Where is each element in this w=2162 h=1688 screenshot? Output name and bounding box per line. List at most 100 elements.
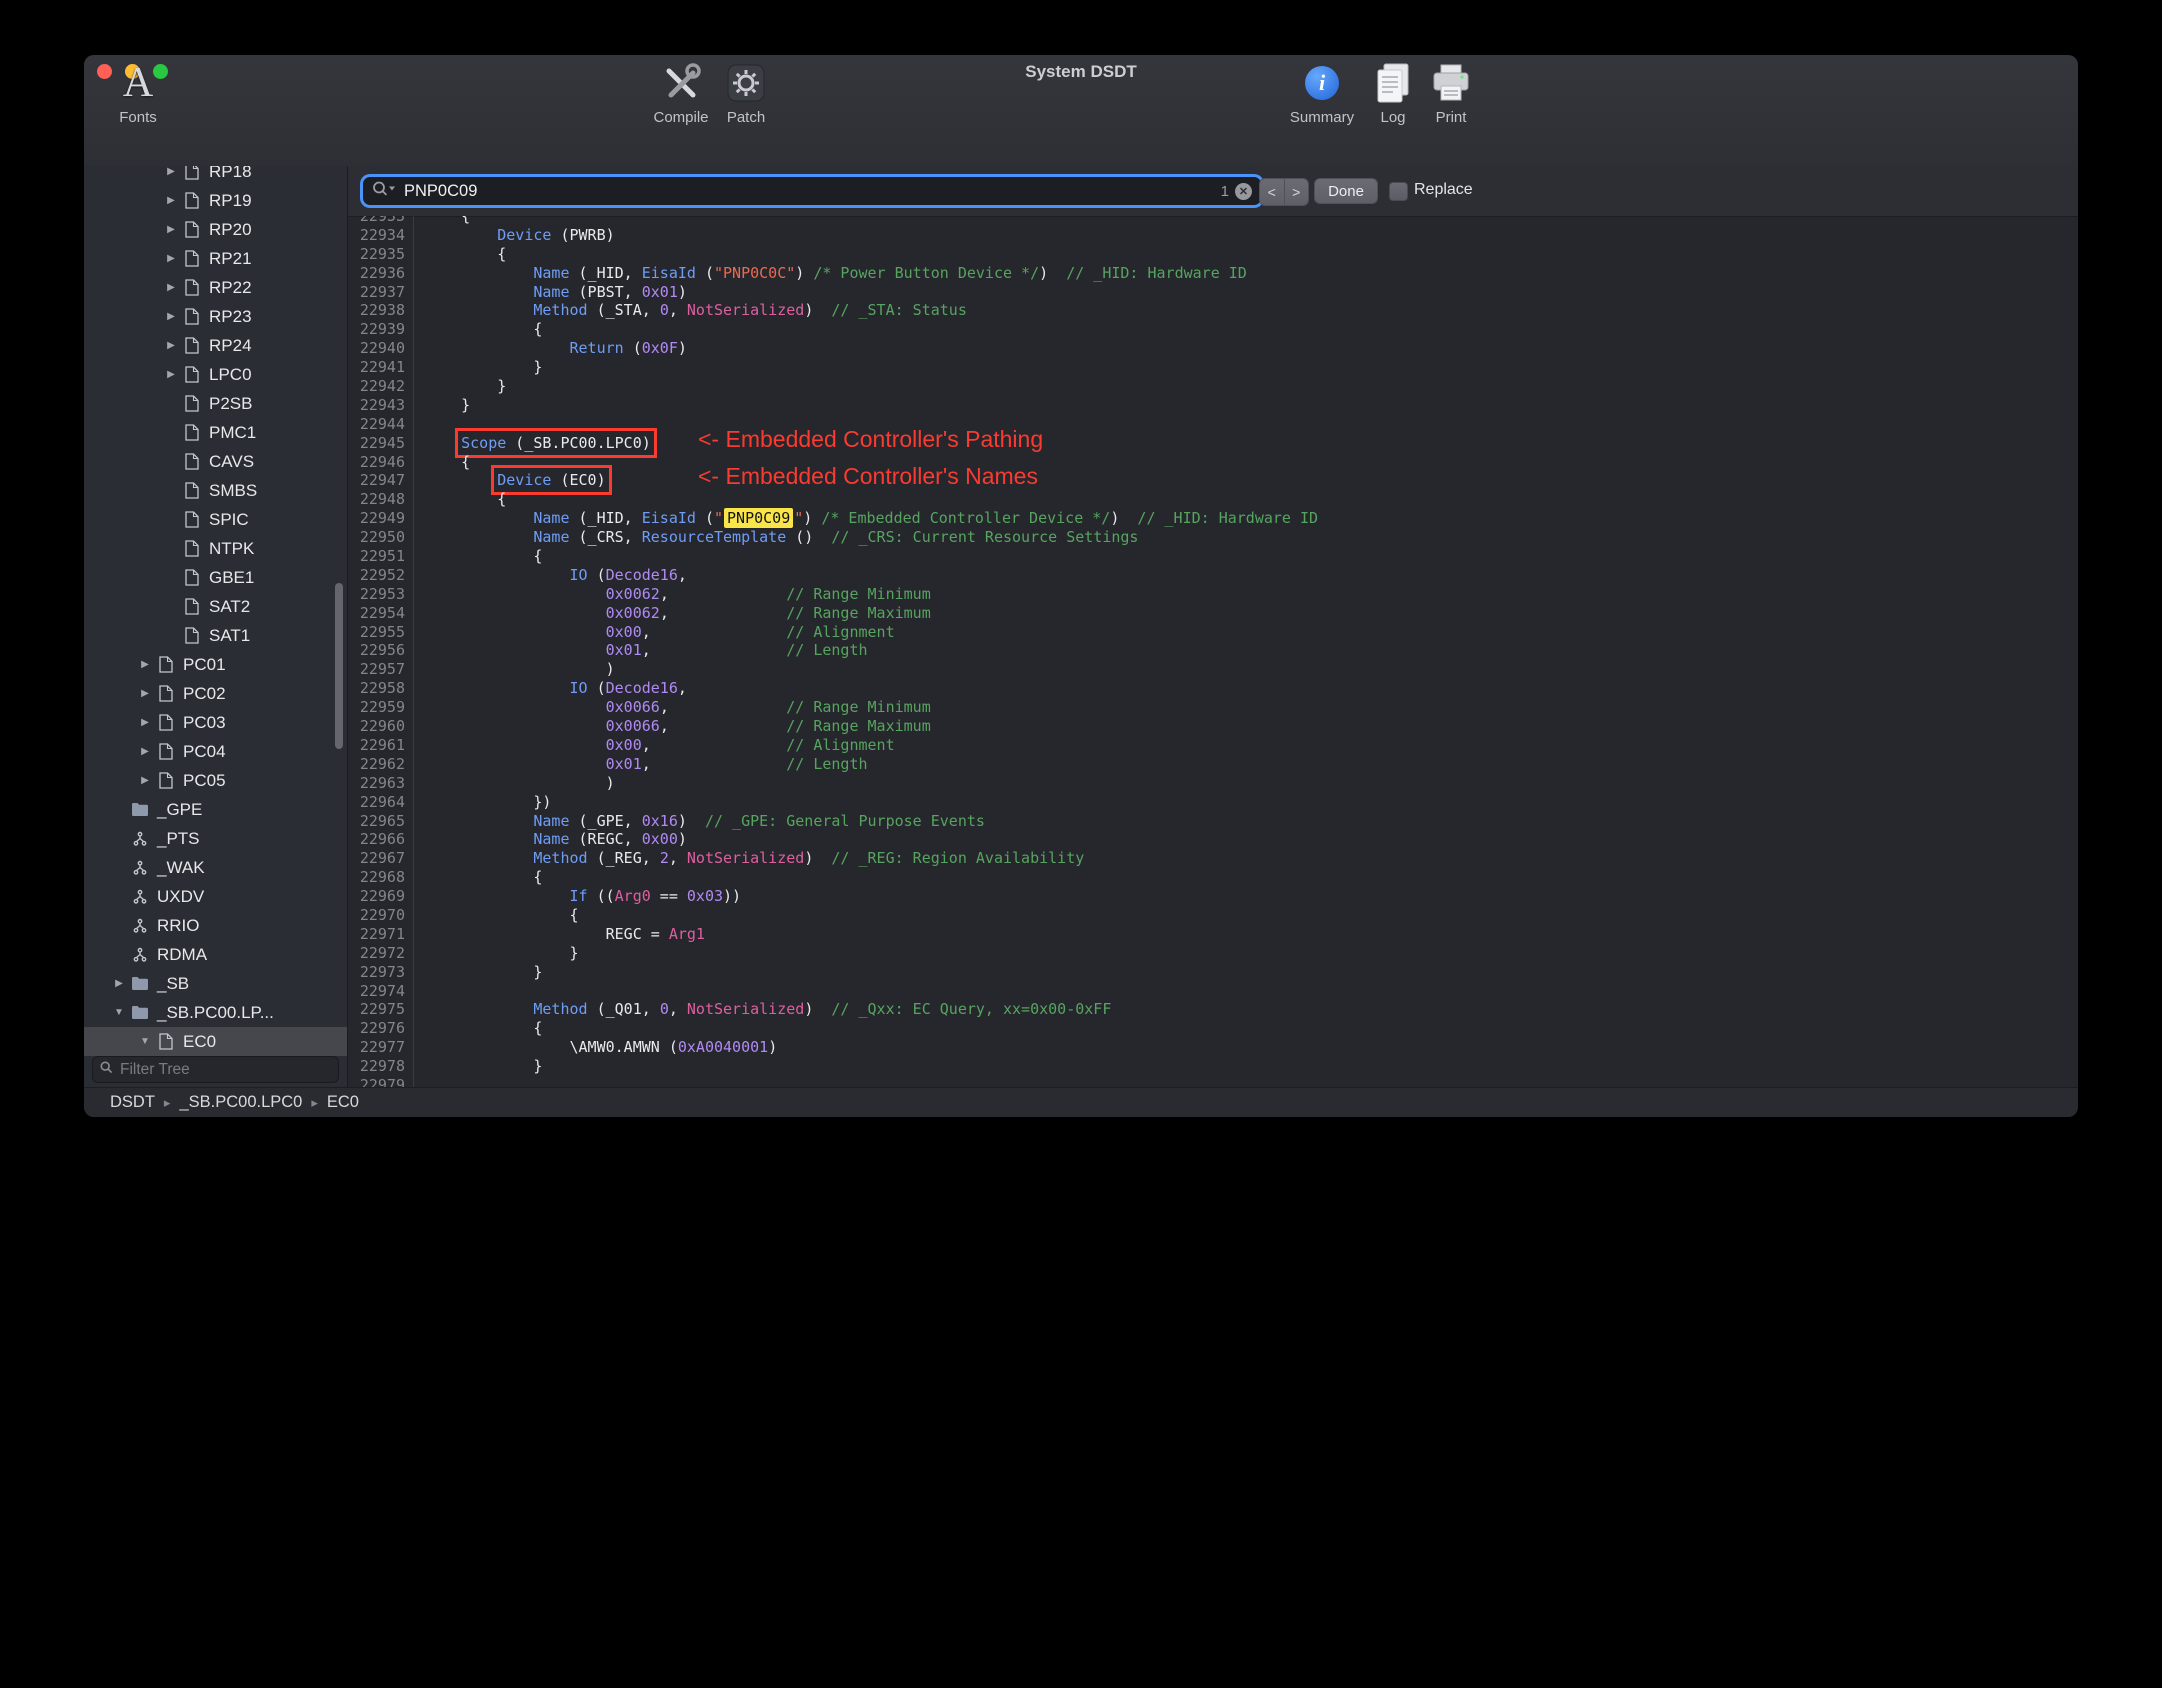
code-line[interactable]: 22950 Name (_CRS, ResourceTemplate () //… [348, 528, 2078, 548]
sidebar-item-pts[interactable]: _PTS [84, 824, 347, 853]
disclosure-right-icon[interactable]: ▶ [134, 659, 156, 670]
code-line[interactable]: 22941 } [348, 358, 2078, 378]
code-line[interactable]: 22940 Return (0x0F) [348, 339, 2078, 359]
sidebar-item-gpe[interactable]: _GPE [84, 795, 347, 824]
sidebar-item-rp20[interactable]: ▶ RP20 [84, 215, 347, 244]
code-line[interactable]: 22965 Name (_GPE, 0x16) // _GPE: General… [348, 811, 2078, 831]
code-line[interactable]: 22937 Name (PBST, 0x01) [348, 282, 2078, 302]
disclosure-right-icon[interactable]: ▶ [160, 340, 182, 351]
sidebar-item-rp22[interactable]: ▶ RP22 [84, 273, 347, 302]
sidebar-item-smbs[interactable]: SMBS [84, 476, 347, 505]
sidebar-item-wak[interactable]: _WAK [84, 853, 347, 882]
sidebar-item-rp19[interactable]: ▶ RP19 [84, 186, 347, 215]
print-button[interactable]: Print [1408, 58, 1494, 126]
disclosure-right-icon[interactable]: ▶ [160, 253, 182, 264]
done-button[interactable]: Done [1314, 178, 1378, 204]
sidebar-item-sat2[interactable]: SAT2 [84, 592, 347, 621]
code-line[interactable]: 22942 } [348, 377, 2078, 396]
disclosure-right-icon[interactable]: ▶ [160, 369, 182, 380]
code-line[interactable]: 22944 [348, 414, 2078, 434]
disclosure-right-icon[interactable]: ▶ [160, 166, 182, 177]
replace-checkbox[interactable] [1389, 182, 1408, 201]
disclosure-right-icon[interactable]: ▶ [134, 688, 156, 699]
code-line[interactable]: 22959 0x0066, // Range Minimum [348, 698, 2078, 718]
filter-field[interactable] [92, 1056, 339, 1083]
filter-tree-input[interactable] [118, 1059, 331, 1080]
sidebar-item-pc04[interactable]: ▶ PC04 [84, 737, 347, 766]
search-field[interactable]: 1 ✕ [363, 177, 1261, 205]
code-line[interactable]: 22970 { [348, 905, 2078, 925]
sidebar-item-gbe1[interactable]: GBE1 [84, 563, 347, 592]
code-line[interactable]: 22953 0x0062, // Range Minimum [348, 584, 2078, 604]
sidebar-item-pc02[interactable]: ▶ PC02 [84, 679, 347, 708]
clear-search-icon[interactable]: ✕ [1235, 182, 1252, 200]
search-icon[interactable] [372, 180, 396, 202]
code-line[interactable]: 22934 Device (PWRB) [348, 225, 2078, 245]
code-line[interactable]: 22948 { [348, 490, 2078, 510]
sidebar-item-rp23[interactable]: ▶ RP23 [84, 302, 347, 331]
sidebar-item-pc05[interactable]: ▶ PC05 [84, 766, 347, 795]
sidebar-item-spic[interactable]: SPIC [84, 505, 347, 534]
code-line[interactable]: 22955 0x00, // Alignment [348, 622, 2078, 642]
code-line[interactable]: 22976 { [348, 1019, 2078, 1039]
code-line[interactable]: 22968 { [348, 868, 2078, 888]
disclosure-down-icon[interactable]: ▼ [108, 1007, 130, 1018]
code-line[interactable]: 22951 { [348, 547, 2078, 566]
code-line[interactable]: 22972 } [348, 943, 2078, 963]
patch-button[interactable]: Patch [703, 58, 789, 126]
find-previous-button[interactable]: < [1260, 179, 1284, 205]
code-line[interactable]: 22960 0x0066, // Range Maximum [348, 717, 2078, 736]
code-line[interactable]: 22964 }) [348, 792, 2078, 812]
sidebar-item-cavs[interactable]: CAVS [84, 447, 347, 476]
sidebar-item-rp24[interactable]: ▶ RP24 [84, 331, 347, 360]
code-line[interactable]: 22945 Scope (_SB.PC00.LPC0) <- Embedded C… [348, 427, 2078, 458]
disclosure-right-icon[interactable]: ▶ [134, 717, 156, 728]
sidebar-item-rp18[interactable]: ▶ RP18 [84, 166, 347, 186]
disclosure-right-icon[interactable]: ▶ [108, 978, 130, 989]
sidebar-item-ec0[interactable]: ▼ EC0 [84, 1027, 347, 1056]
code-line[interactable]: 22961 0x00, // Alignment [348, 735, 2078, 755]
code-line[interactable]: 22935 { [348, 244, 2078, 264]
disclosure-right-icon[interactable]: ▶ [134, 746, 156, 757]
code-line[interactable]: 22956 0x01, // Length [348, 641, 2078, 661]
code-line[interactable]: 22947 Device (EC0) <- Embedded Controller… [348, 465, 2078, 496]
code-line[interactable]: 22967 Method (_REG, 2, NotSerialized) //… [348, 849, 2078, 869]
code-line[interactable]: 22949 Name (_HID, EisaId (" PNP0C09 ") /* … [348, 508, 2078, 529]
disclosure-right-icon[interactable]: ▶ [160, 224, 182, 235]
disclosure-right-icon[interactable]: ▶ [160, 282, 182, 293]
sidebar-item-rp21[interactable]: ▶ RP21 [84, 244, 347, 273]
code-line[interactable]: 22977 \AMW0.AMWN (0xA0040001) [348, 1038, 2078, 1058]
search-input[interactable] [402, 180, 1215, 202]
sidebar-item-pc01[interactable]: ▶ PC01 [84, 650, 347, 679]
sidebar-item-sb-pc00-lp[interactable]: ▼ _SB.PC00.LP... [84, 998, 347, 1027]
disclosure-right-icon[interactable]: ▶ [160, 195, 182, 206]
code-line[interactable]: 22933 { [348, 216, 2078, 226]
code-line[interactable]: 22975 Method (_Q01, 0, NotSerialized) //… [348, 1000, 2078, 1020]
find-next-button[interactable]: > [1283, 179, 1308, 205]
code-line[interactable]: 22974 [348, 981, 2078, 1001]
code-line[interactable]: 22957 ) [348, 660, 2078, 680]
sidebar-item-lpc0[interactable]: ▶ LPC0 [84, 360, 347, 389]
code-line[interactable]: 22962 0x01, // Length [348, 754, 2078, 774]
disclosure-down-icon[interactable]: ▼ [134, 1036, 156, 1047]
sidebar-item-uxdv[interactable]: UXDV [84, 882, 347, 911]
fonts-button[interactable]: A Fonts [95, 58, 181, 126]
sidebar-item-sat1[interactable]: SAT1 [84, 621, 347, 650]
sidebar-item-sb[interactable]: ▶ _SB [84, 969, 347, 998]
disclosure-right-icon[interactable]: ▶ [160, 311, 182, 322]
sidebar-item-p2sb[interactable]: P2SB [84, 389, 347, 418]
code-line[interactable]: 22969 If ((Arg0 == 0x03)) [348, 887, 2078, 906]
code-line[interactable]: 22971 REGC = Arg1 [348, 924, 2078, 944]
code-line[interactable]: 22973 } [348, 962, 2078, 982]
code-line[interactable]: 22939 { [348, 320, 2078, 340]
sidebar-item-ntpk[interactable]: NTPK [84, 534, 347, 563]
sidebar-scrollbar[interactable] [335, 583, 343, 749]
code-line[interactable]: 22938 Method (_STA, 0, NotSerialized) //… [348, 301, 2078, 321]
code-line[interactable]: 22978 } [348, 1057, 2078, 1076]
disclosure-right-icon[interactable]: ▶ [134, 775, 156, 786]
code-line[interactable]: 22958 IO (Decode16, [348, 679, 2078, 699]
code-line[interactable]: 22946 { [348, 452, 2078, 472]
titlebar[interactable]: System DSDT [84, 55, 2078, 88]
sidebar-item-rdma[interactable]: RDMA [84, 940, 347, 969]
code-line[interactable]: 22966 Name (REGC, 0x00) [348, 830, 2078, 850]
